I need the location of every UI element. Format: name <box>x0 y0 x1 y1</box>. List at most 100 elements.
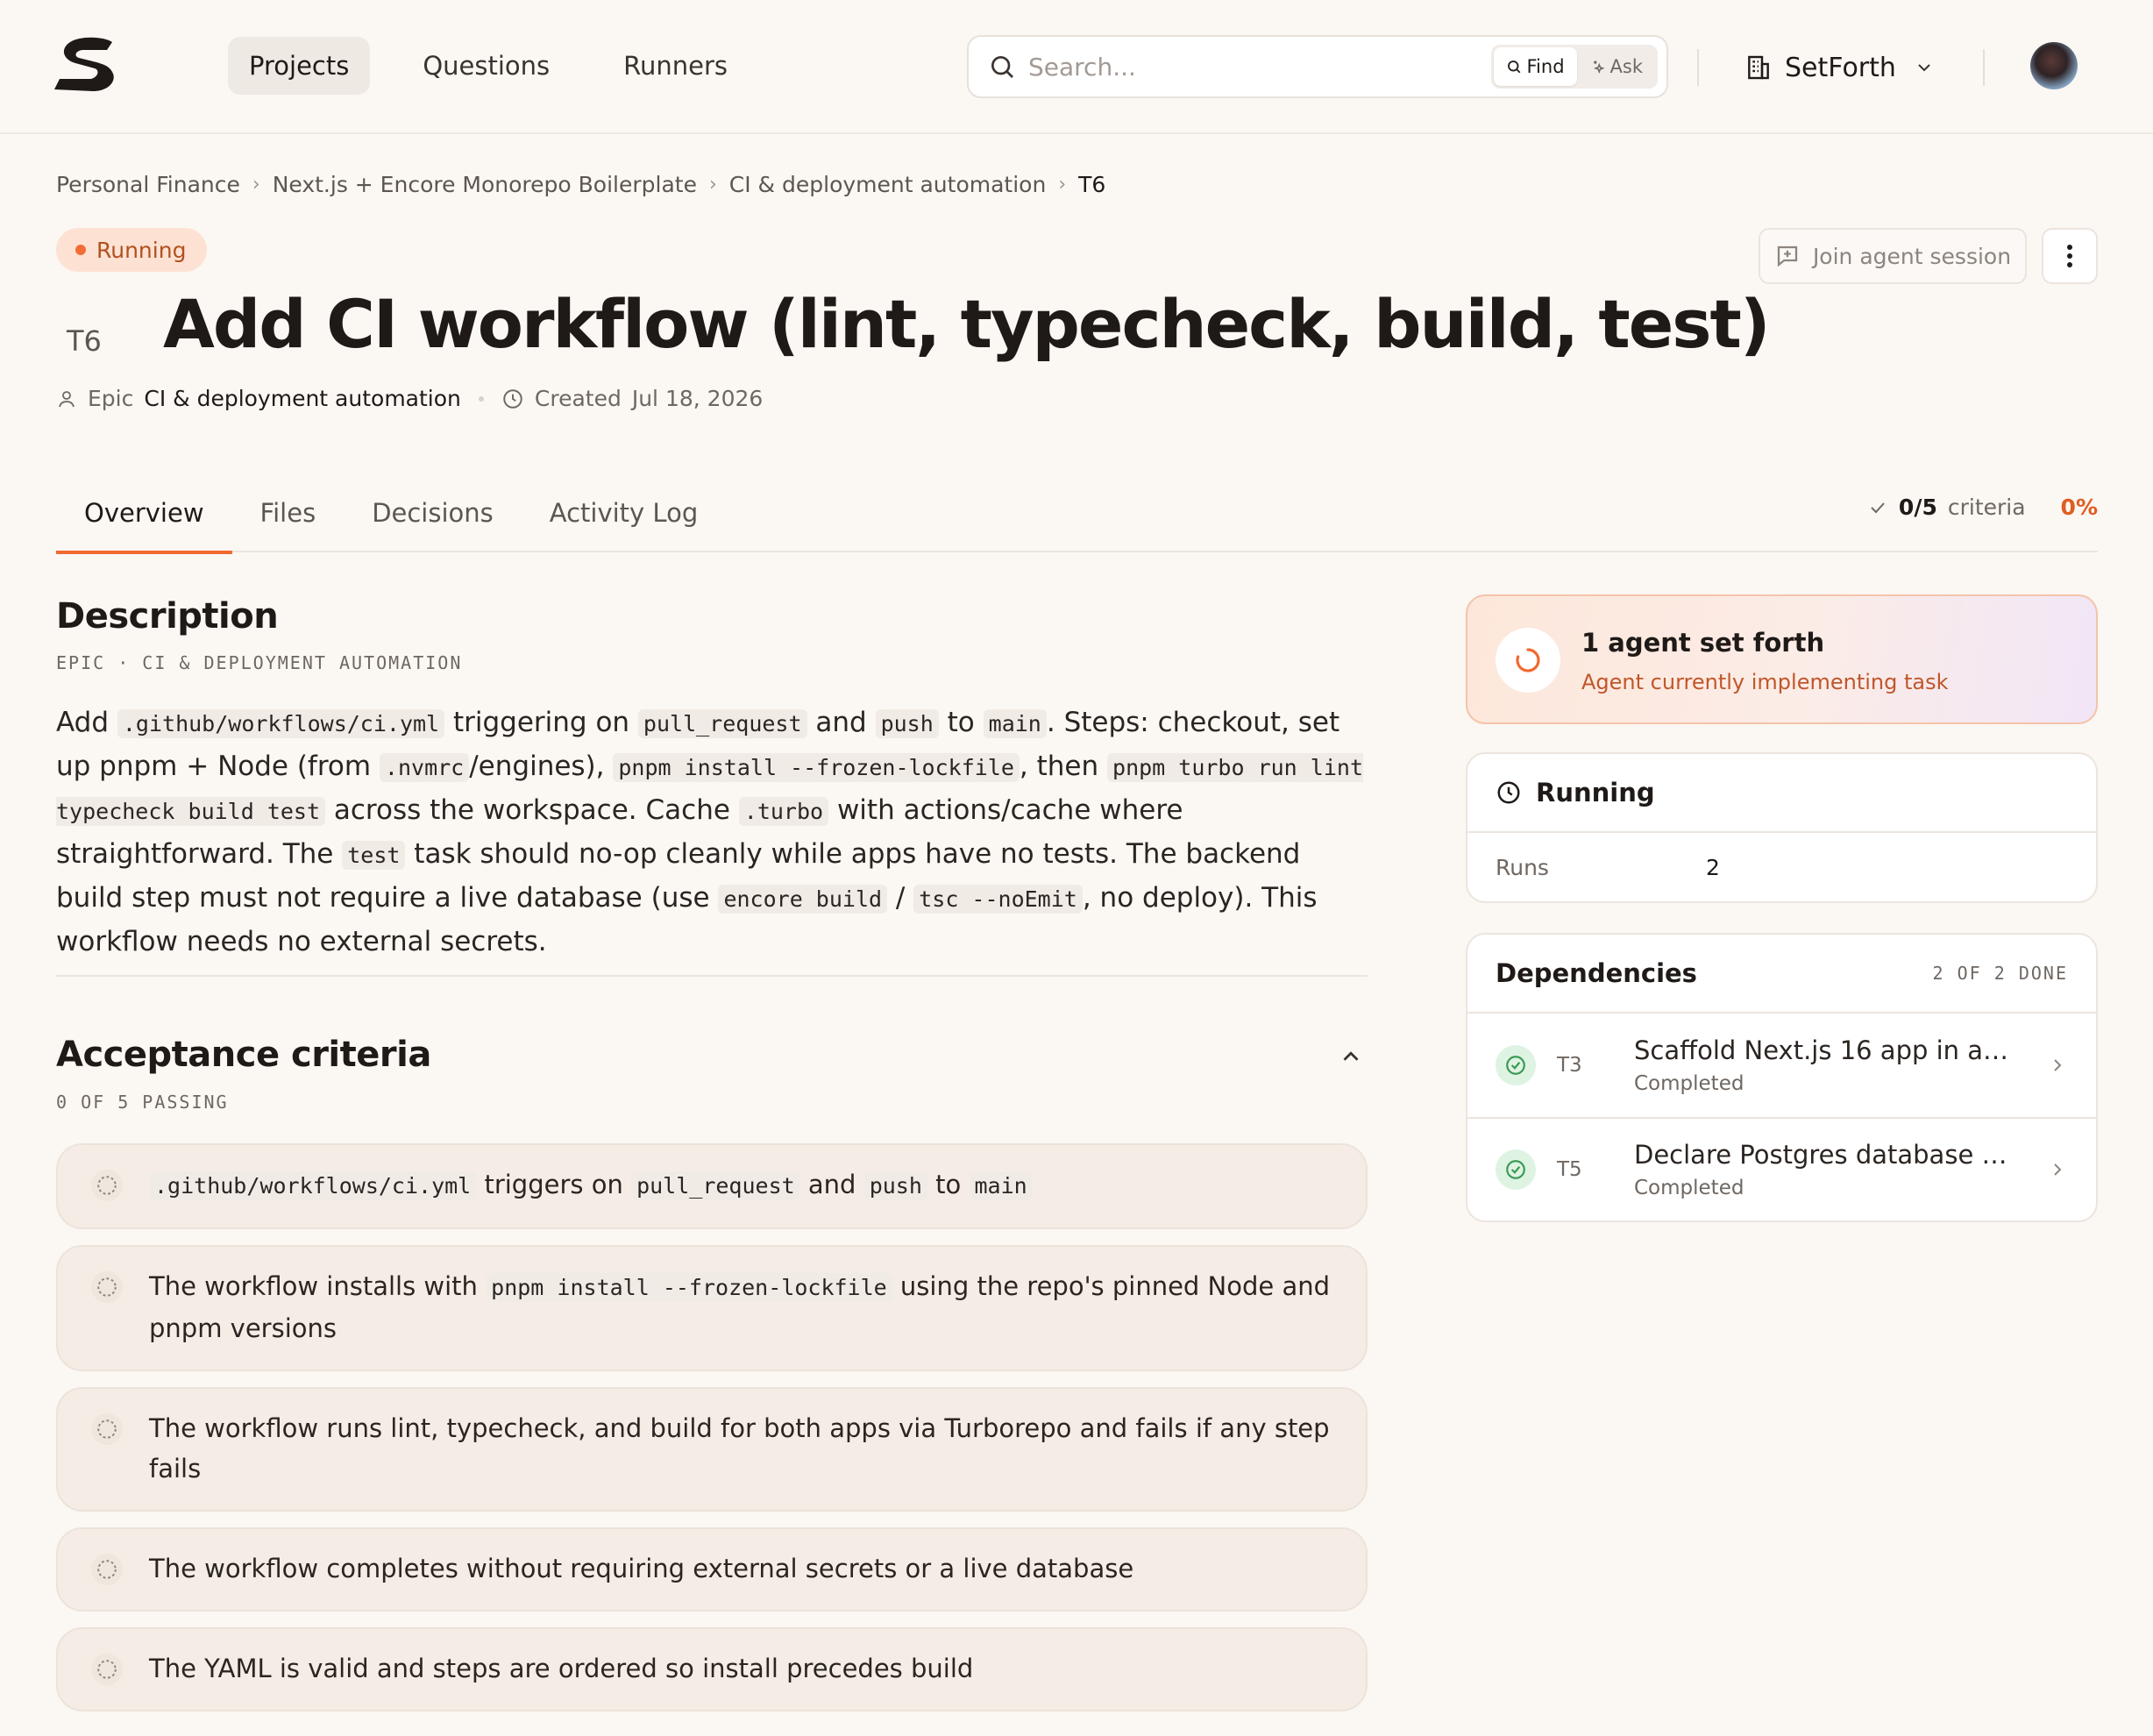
inline-code: .nvmrc <box>379 753 470 782</box>
ask-mode-label: Ask <box>1609 56 1643 77</box>
divider <box>1983 49 1985 86</box>
nav-projects[interactable]: Projects <box>228 37 371 95</box>
chevron-up-icon[interactable] <box>1338 1043 1364 1070</box>
inline-code: push <box>863 1171 927 1200</box>
user-avatar[interactable] <box>2030 42 2078 89</box>
org-switcher[interactable]: SetForth <box>1744 42 1935 93</box>
search-input[interactable]: Search... <box>1028 53 1491 82</box>
more-options-button[interactable] <box>2042 228 2098 284</box>
join-agent-session-button[interactable]: Join agent session <box>1759 228 2027 284</box>
agent-title: 1 agent set forth <box>1581 628 1825 658</box>
tab-activity-log[interactable]: Activity Log <box>522 473 726 552</box>
dependency-title: Scaffold Next.js 16 app in apps/... <box>1634 1035 2020 1065</box>
created-label: Created <box>534 386 622 411</box>
breadcrumb: Personal Finance › Next.js + Encore Mono… <box>56 172 1105 197</box>
search-mode-toggle: Find Ask <box>1490 45 1658 89</box>
inline-code: test <box>342 841 406 870</box>
text-segment: / <box>887 882 914 914</box>
chevron-right-icon <box>2054 1059 2062 1071</box>
epic-link[interactable]: CI & deployment automation <box>144 386 461 411</box>
building-icon <box>1748 55 1769 80</box>
criteria-eyebrow: 0 OF 5 PASSING <box>56 1092 229 1113</box>
sparkle-icon <box>1593 60 1605 75</box>
criterion-text: The workflow completes without requiring… <box>149 1548 1133 1589</box>
text-segment: to <box>927 1170 970 1199</box>
inline-code: .github/workflows/ci.yml <box>149 1171 477 1200</box>
kebab-menu-icon <box>2067 245 2072 267</box>
inline-code: push <box>875 709 939 738</box>
text-segment: triggers on <box>476 1170 632 1199</box>
chevron-right-icon: › <box>252 174 260 196</box>
tab-overview[interactable]: Overview <box>56 473 232 554</box>
criterion-item[interactable]: The YAML is valid and steps are ordered … <box>56 1627 1368 1711</box>
status-dot-icon <box>75 245 86 255</box>
criteria-list: .github/workflows/ci.yml triggers on pul… <box>56 1143 1368 1727</box>
check-icon <box>1871 502 1885 513</box>
dependency-id: T3 <box>1557 1054 1582 1077</box>
text-segment: across the workspace. Cache <box>325 794 739 826</box>
criterion-item[interactable]: The workflow installs with pnpm install … <box>56 1245 1368 1371</box>
text-segment: The workflow runs lint, typecheck, and b… <box>149 1413 1330 1483</box>
criterion-text: The workflow runs lint, typecheck, and b… <box>149 1408 1339 1489</box>
divider <box>1697 49 1699 86</box>
inline-code: tsc --noEmit <box>913 885 1083 914</box>
criterion-item[interactable]: .github/workflows/ci.yml triggers on pul… <box>56 1143 1368 1229</box>
user-icon <box>59 390 75 407</box>
separator-dot <box>478 395 484 402</box>
section-divider <box>56 975 1368 977</box>
join-agent-session-label: Join agent session <box>1812 243 2012 269</box>
nav-questions[interactable]: Questions <box>401 37 571 95</box>
dependency-title: Declare Postgres database and ... <box>1634 1140 2020 1170</box>
text-segment: , then <box>1019 751 1108 782</box>
find-mode-button[interactable]: Find <box>1493 47 1577 86</box>
text-segment: to <box>938 707 984 738</box>
pending-circle-icon <box>91 1170 123 1201</box>
chevron-right-icon: › <box>1058 174 1067 196</box>
task-id: T6 <box>67 324 102 358</box>
breadcrumb-item[interactable]: CI & deployment automation <box>729 172 1047 197</box>
inline-code: pnpm install --frozen-lockfile <box>613 753 1020 782</box>
text-segment: /engines), <box>469 751 614 782</box>
criterion-item[interactable]: The workflow runs lint, typecheck, and b… <box>56 1387 1368 1512</box>
text-segment: Add <box>56 707 117 738</box>
dependency-row[interactable]: T3 Scaffold Next.js 16 app in apps/... C… <box>1467 1014 2096 1117</box>
criteria-count: 0/5 <box>1898 494 1937 520</box>
tab-bar: Overview Files Decisions Activity Log 0/… <box>56 473 2098 554</box>
breadcrumb-item[interactable]: Personal Finance <box>56 172 240 197</box>
criterion-item[interactable]: The workflow completes without requiring… <box>56 1527 1368 1611</box>
text-segment: The workflow installs with <box>149 1271 487 1301</box>
check-circle-icon <box>1496 1149 1536 1190</box>
chevron-right-icon <box>2054 1163 2062 1176</box>
inline-code: pnpm install --frozen-lockfile <box>486 1273 892 1302</box>
criteria-heading: Acceptance criteria <box>56 1035 431 1075</box>
tab-files[interactable]: Files <box>232 473 345 552</box>
ask-mode-button[interactable]: Ask <box>1577 47 1655 86</box>
runs-row: Runs 2 <box>1467 833 2096 901</box>
dependencies-card: Dependencies 2 OF 2 DONE T3 Scaffold Nex… <box>1466 933 2098 1222</box>
dependency-row[interactable]: T5 Declare Postgres database and ... Com… <box>1467 1117 2096 1220</box>
dependency-status: Completed <box>1634 1072 1744 1095</box>
criteria-summary: 0/5 criteria 0% <box>1867 494 2098 520</box>
description-body: Add .github/workflows/ci.yml triggering … <box>56 701 1371 964</box>
breadcrumb-item[interactable]: Next.js + Encore Monorepo Boilerplate <box>273 172 697 197</box>
tab-decisions[interactable]: Decisions <box>344 473 522 552</box>
agent-status-card[interactable]: 1 agent set forth Agent currently implem… <box>1466 594 2098 724</box>
inline-code: pull_request <box>637 709 807 738</box>
clock-icon <box>1497 781 1520 804</box>
dependencies-title: Dependencies <box>1496 958 1697 988</box>
setforth-logo-icon[interactable] <box>54 37 117 95</box>
agent-subtitle: Agent currently implementing task <box>1581 670 1949 694</box>
pending-circle-icon <box>91 1554 123 1585</box>
epic-label: Epic <box>88 386 134 411</box>
find-mode-label: Find <box>1526 56 1565 77</box>
status-badge: Running <box>56 228 208 272</box>
task-meta: Epic CI & deployment automation Created … <box>56 386 763 411</box>
criterion-text: .github/workflows/ci.yml triggers on pul… <box>149 1164 1033 1206</box>
dependencies-summary: 2 OF 2 DONE <box>1932 963 2068 984</box>
search-bar[interactable]: Search... Find Ask <box>967 35 1668 98</box>
run-card-header: Running <box>1467 754 2096 833</box>
description-heading: Description <box>56 596 279 637</box>
inline-code: .github/workflows/ci.yml <box>117 709 445 738</box>
nav-runners[interactable]: Runners <box>602 37 749 95</box>
inline-code: .turbo <box>738 797 829 826</box>
